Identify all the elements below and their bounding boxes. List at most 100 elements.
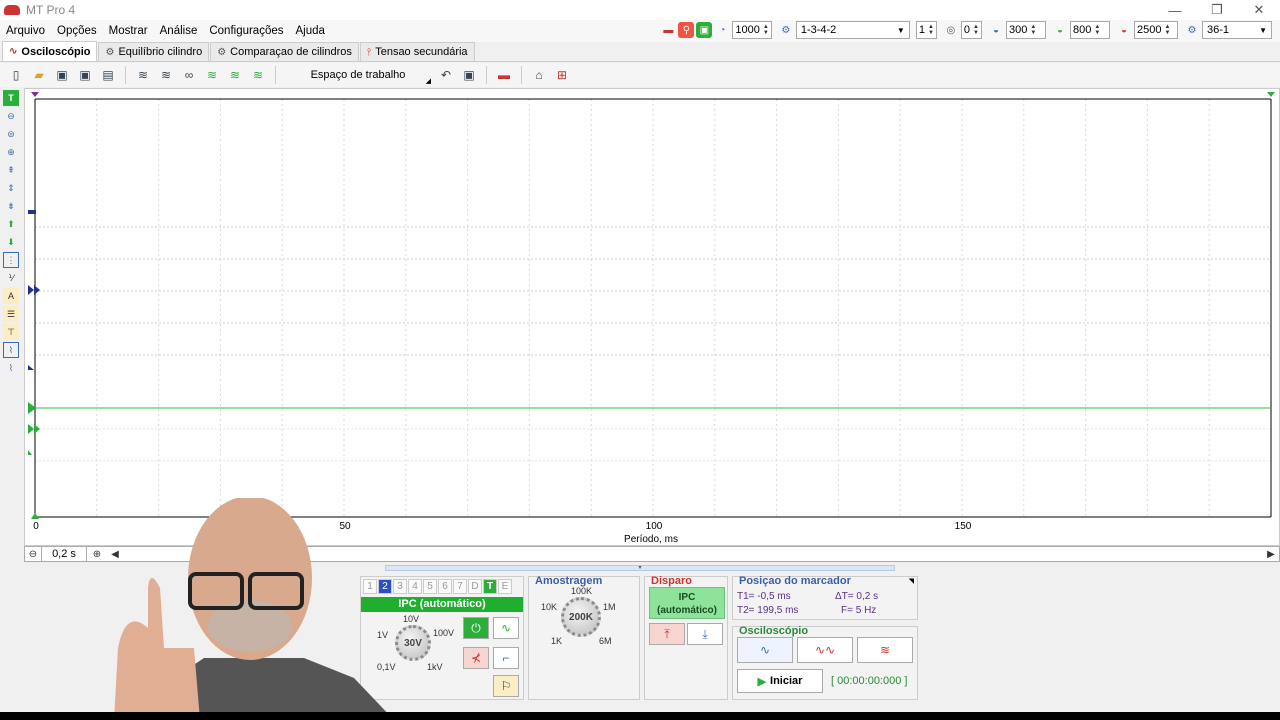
zoom-out-time-icon[interactable]: ⊖ (25, 547, 41, 561)
channel-tab-t[interactable]: T (483, 579, 497, 594)
close-button[interactable]: ✕ (1238, 0, 1280, 20)
marker-frequency: F= 5 Hz (841, 605, 877, 616)
minimize-button[interactable]: — (1154, 0, 1196, 20)
chart-view-icon[interactable]: ⌇ (3, 342, 19, 358)
cursor-lines-icon[interactable]: ⋮ (3, 252, 19, 268)
menu-mostrar[interactable]: Mostrar (103, 25, 154, 37)
open-folder-icon[interactable]: ▰ (29, 65, 49, 85)
sensor-select[interactable]: 36-1 ▼ (1202, 21, 1272, 39)
value-300-spinner[interactable]: 300 ▲ ▼ (1006, 21, 1046, 39)
collapse-panel-handle[interactable]: ▾ (385, 565, 895, 571)
arrow-up-icon[interactable]: ⬆ (3, 216, 19, 232)
chart-alt-icon[interactable]: ⌇ (3, 360, 19, 376)
device-icon[interactable]: ⌂ (529, 65, 549, 85)
tab-comparacao-cilindros[interactable]: ⚙ Comparaçao de cilindros (210, 42, 359, 61)
sampling-knob[interactable]: 200K (561, 597, 601, 637)
channel-tab-4[interactable]: 4 (408, 579, 422, 594)
zoom-in-icon[interactable]: ⊕ (3, 144, 19, 160)
menu-analise[interactable]: Análise (154, 25, 204, 37)
offset-spinner[interactable]: 0 ▲ ▼ (960, 21, 982, 39)
cylinder-spinner[interactable]: 1 ▲ ▼ (915, 21, 937, 39)
trigger-t-icon[interactable]: T (3, 90, 19, 106)
waveform-settings-icon[interactable]: ≋ (248, 65, 268, 85)
dual-wave-mode-icon[interactable]: ∿∿ (797, 637, 853, 663)
probe-settings-button[interactable]: ⚐ (493, 675, 519, 697)
waveform-compare-icon[interactable]: ∞ (179, 65, 199, 85)
channel-tab-d[interactable]: D (468, 579, 482, 594)
car-icon[interactable]: ▬ (660, 22, 676, 38)
arrow-down-icon[interactable]: ⬇ (3, 234, 19, 250)
scroll-right-icon[interactable]: ▶ (1263, 547, 1279, 561)
channel-tab-7[interactable]: 7 (453, 579, 467, 594)
waveform-add-icon[interactable]: ≋ (202, 65, 222, 85)
save-as-icon[interactable]: ▣ (75, 65, 95, 85)
marker-t1-handle[interactable] (31, 92, 39, 97)
firing-order-select[interactable]: 1-3-4-2 ▼ (795, 21, 910, 39)
table-icon[interactable]: ⊤ (3, 324, 19, 340)
dc-coupling-button[interactable]: ⌐ (493, 647, 519, 669)
channel-1-level-marker[interactable] (28, 210, 36, 214)
marker-expand-icon[interactable]: ◥ (909, 577, 914, 585)
value-2500-spinner[interactable]: 2500 ▲ ▼ (1134, 21, 1178, 39)
time-zoom-value: 0,2 s (41, 547, 87, 561)
value-800-spinner[interactable]: 800 ▲ ▼ (1070, 21, 1110, 39)
menu-configuracoes[interactable]: Configurações (203, 25, 289, 37)
menu-ajuda[interactable]: Ajuda (290, 25, 331, 37)
scale-fit-icon[interactable]: ⇕ (3, 180, 19, 196)
rpm-spinner[interactable]: 1000 ▲ ▼ (732, 21, 772, 39)
numbered-list-icon[interactable]: ⅟ (3, 270, 19, 286)
undo-icon[interactable]: ↶ (436, 65, 456, 85)
scale-up-icon[interactable]: ⇞ (3, 162, 19, 178)
elapsed-timer: [ 00:00:00:000 ] (831, 675, 908, 687)
scale-down-icon[interactable]: ⇟ (3, 198, 19, 214)
waveform-grid-icon[interactable]: ≋ (133, 65, 153, 85)
power-button[interactable]: ⏻ (463, 617, 489, 639)
channel-tab-e[interactable]: E (498, 579, 512, 594)
window-title: MT Pro 4 (26, 3, 76, 17)
lock-icon[interactable]: ▣ (696, 22, 713, 38)
channel-tab-6[interactable]: 6 (438, 579, 452, 594)
channel-tab-5[interactable]: 5 (423, 579, 437, 594)
print-icon[interactable]: ▤ (98, 65, 118, 85)
trigger-mode-box[interactable]: IPC (automático) (649, 587, 725, 619)
multi-wave-mode-icon[interactable]: ≋ (857, 637, 913, 663)
tab-label: Osciloscópio (21, 45, 91, 58)
channel-1-offset-marker[interactable] (28, 285, 40, 295)
list-icon[interactable]: ☰ (3, 306, 19, 322)
vehicle-icon[interactable]: ▬ (494, 65, 514, 85)
workspace-menu[interactable]: Espaço de trabalho ◢ (283, 65, 433, 85)
text-label-icon[interactable]: A (3, 288, 19, 304)
restore-button[interactable]: ❐ (1196, 0, 1238, 20)
presenter-overlay (114, 498, 394, 720)
marker-t2-handle[interactable] (1267, 92, 1275, 97)
rising-edge-button[interactable]: ⤒ (649, 623, 685, 645)
single-wave-mode-icon[interactable]: ∿ (737, 637, 793, 663)
zoom-fit-icon[interactable]: ⊜ (3, 126, 19, 142)
tab-tensao-secundaria[interactable]: ⫯ Tensao secundária (359, 42, 475, 61)
trigger-position-marker[interactable] (31, 513, 39, 519)
save-icon[interactable]: ▣ (52, 65, 72, 85)
scope-panel: Osciloscópio ∿ ∿∿ ≋ ▶ Iniciar [ 00:00:00:… (732, 625, 918, 700)
scope-title: Osciloscópio (739, 625, 809, 637)
menu-arquivo[interactable]: Arquivo (0, 25, 51, 37)
ac-coupling-button[interactable]: ∿ (493, 617, 519, 639)
channel-level-marker[interactable] (28, 365, 34, 370)
waveform-cross-icon[interactable]: ≋ (156, 65, 176, 85)
menu-opcoes[interactable]: Opções (51, 25, 103, 37)
layout-grid-icon[interactable]: ⊞ (552, 65, 572, 85)
save-workspace-icon[interactable]: ▣ (459, 65, 479, 85)
falling-edge-button[interactable]: ⤓ (687, 623, 723, 645)
new-file-icon[interactable]: ▯ (6, 65, 26, 85)
invert-button[interactable]: ⊀ (463, 647, 489, 669)
waveform-check-icon[interactable]: ≋ (225, 65, 245, 85)
start-button[interactable]: ▶ Iniciar (737, 669, 823, 693)
tab-equilibrio-cilindro[interactable]: ⚙ Equilíbrio cilindro (98, 42, 210, 61)
compare-gear-icon: ⚙ (217, 46, 227, 58)
channel-2-level-marker[interactable] (28, 450, 32, 455)
sampling-title: Amostragem (535, 575, 603, 587)
zoom-out-icon[interactable]: ⊖ (3, 108, 19, 124)
tab-osciloscopio[interactable]: ∿ Osciloscópio (2, 41, 98, 61)
ignition-icon[interactable]: ⚲ (678, 22, 695, 38)
trigger-level-marker[interactable] (28, 424, 40, 434)
oscilloscope-plot[interactable]: 0 50 100 150 Período, ms (24, 88, 1280, 546)
